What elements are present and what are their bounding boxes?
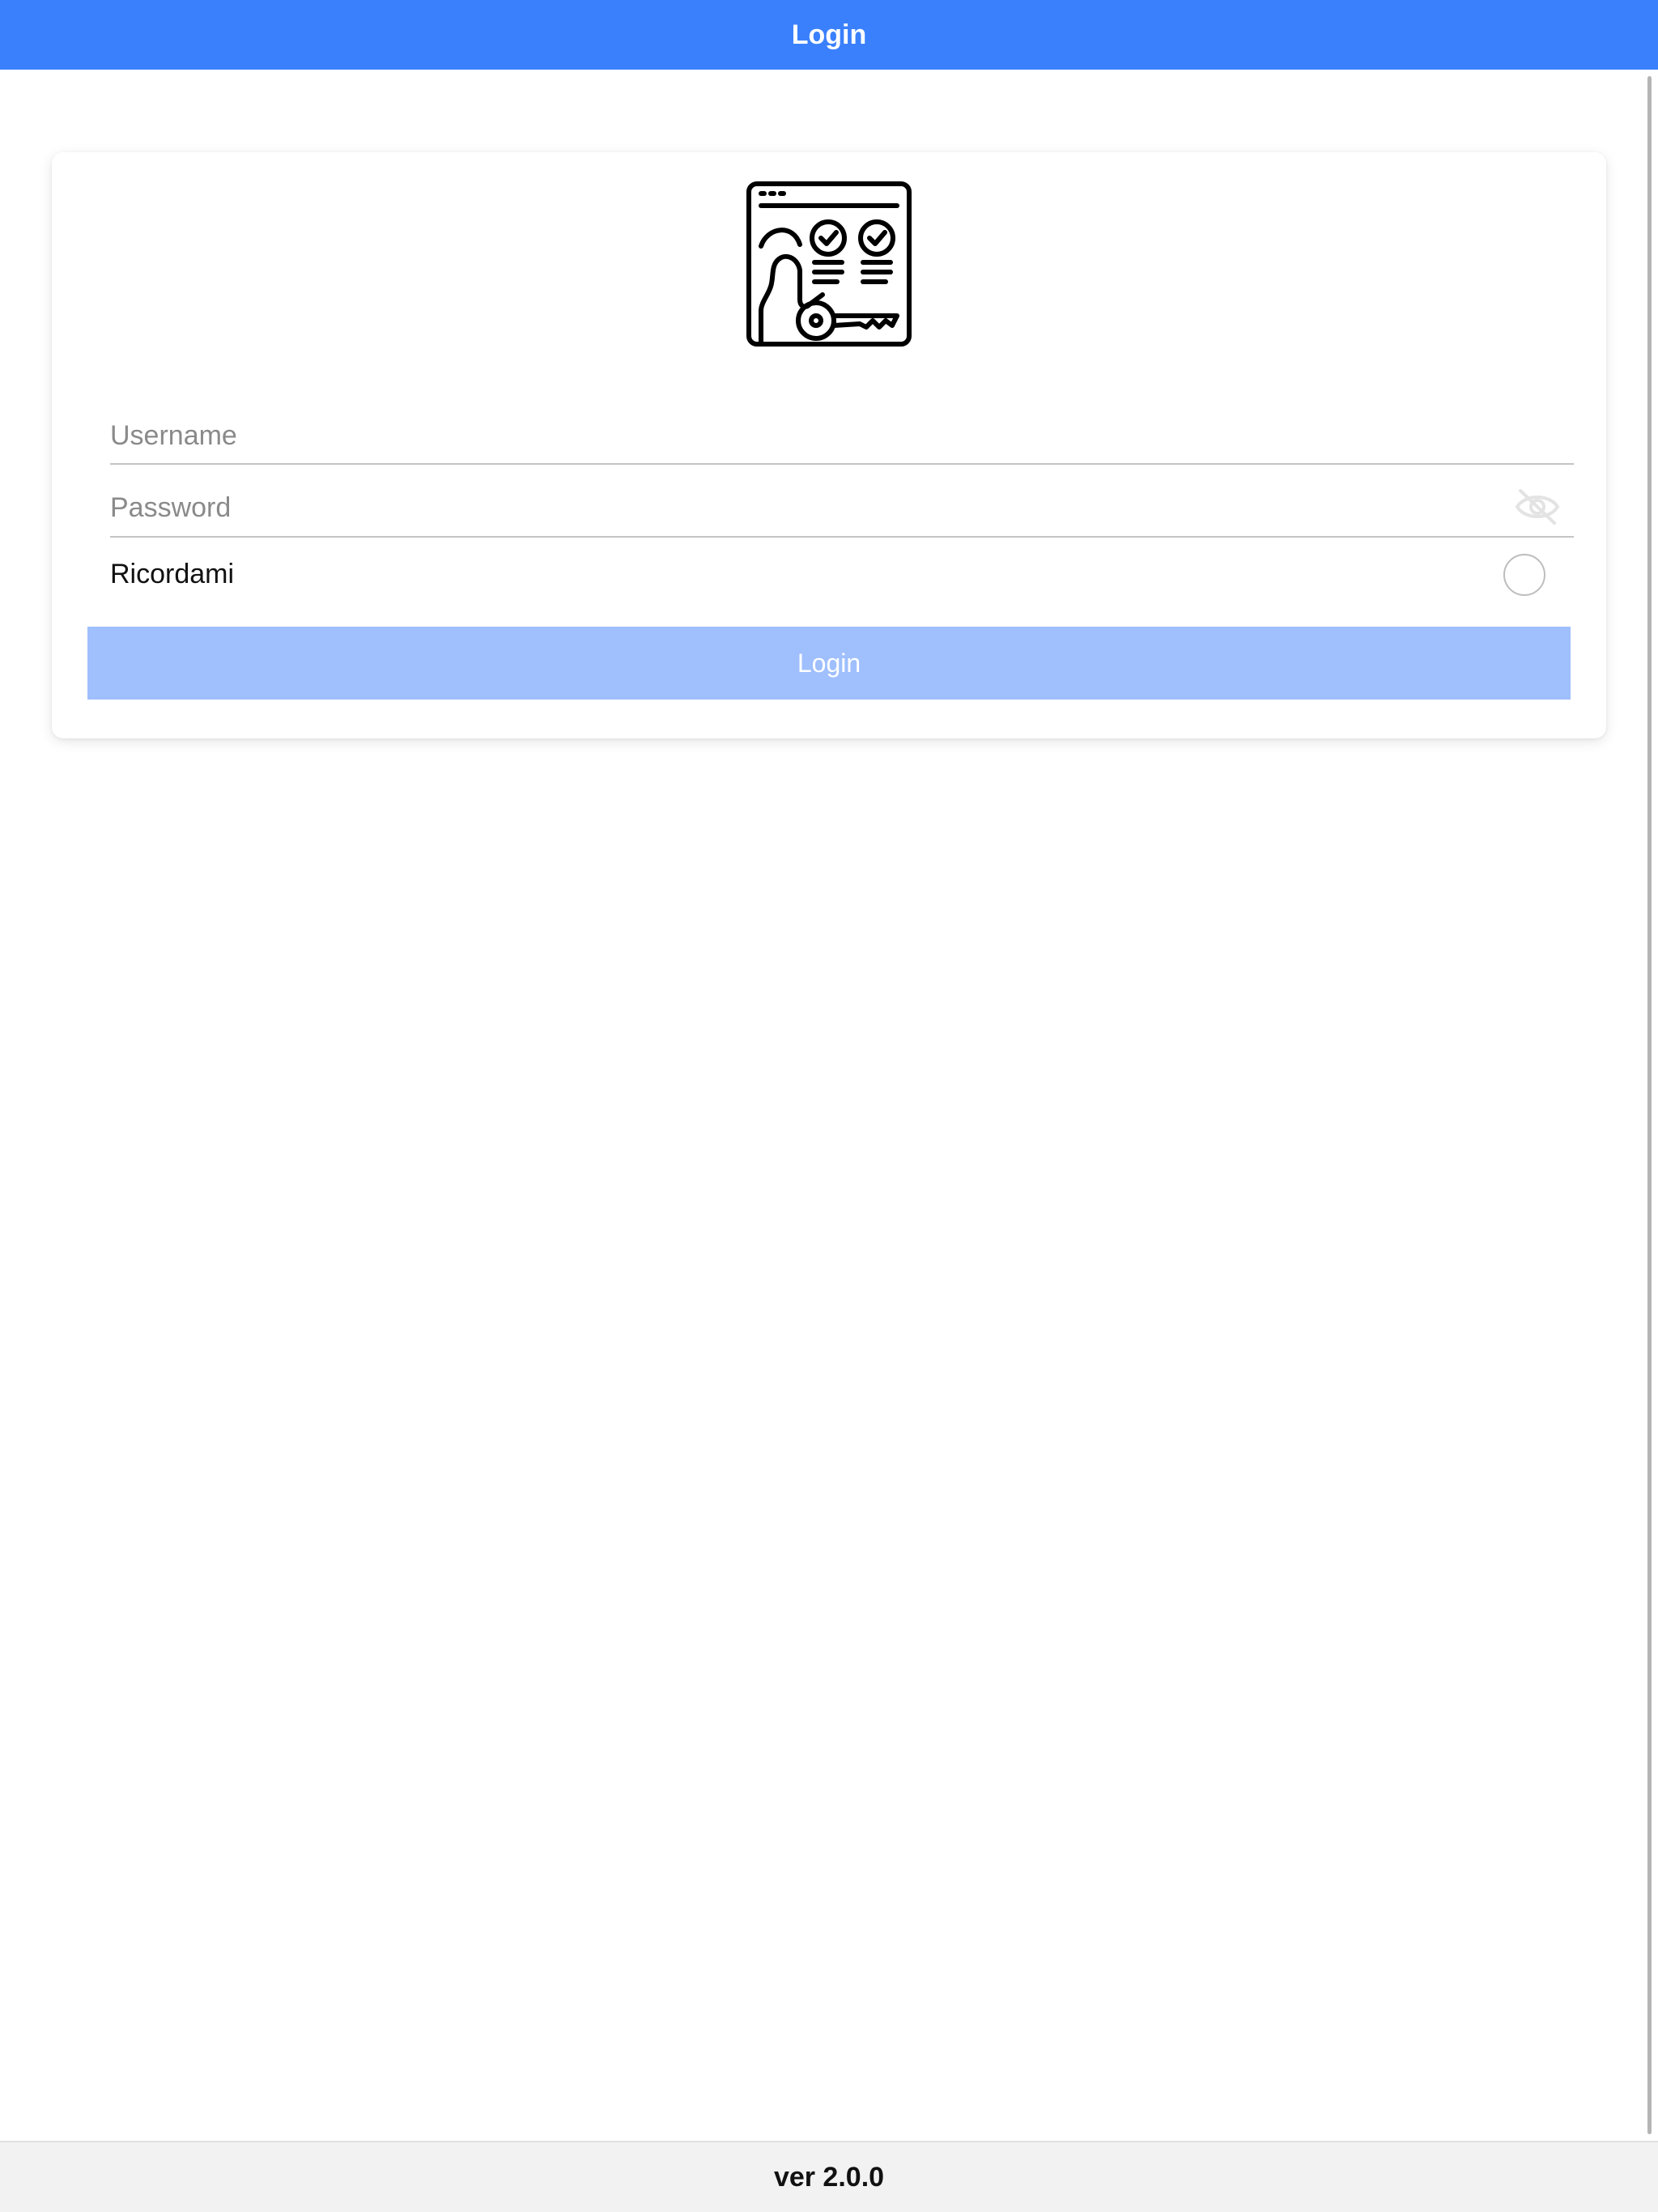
page-title: Login: [791, 19, 867, 50]
footer: ver 2.0.0: [0, 2141, 1658, 2212]
username-field[interactable]: [110, 408, 1574, 465]
identity-card-key-icon: [746, 181, 912, 347]
username-input[interactable]: [110, 408, 1574, 463]
scrollbar[interactable]: [1647, 76, 1652, 2134]
app-version: ver 2.0.0: [773, 2161, 885, 2193]
login-button[interactable]: Login: [87, 627, 1571, 700]
password-input[interactable]: [110, 479, 1486, 536]
password-field[interactable]: [110, 479, 1574, 538]
login-card: Ricordami Login: [52, 152, 1606, 738]
remember-me-checkbox[interactable]: [1503, 554, 1545, 596]
remember-me-label: Ricordami: [110, 559, 235, 589]
remember-me-row[interactable]: Ricordami: [110, 549, 1574, 602]
app-header: Login: [0, 0, 1658, 70]
eye-off-icon[interactable]: [1514, 486, 1561, 528]
